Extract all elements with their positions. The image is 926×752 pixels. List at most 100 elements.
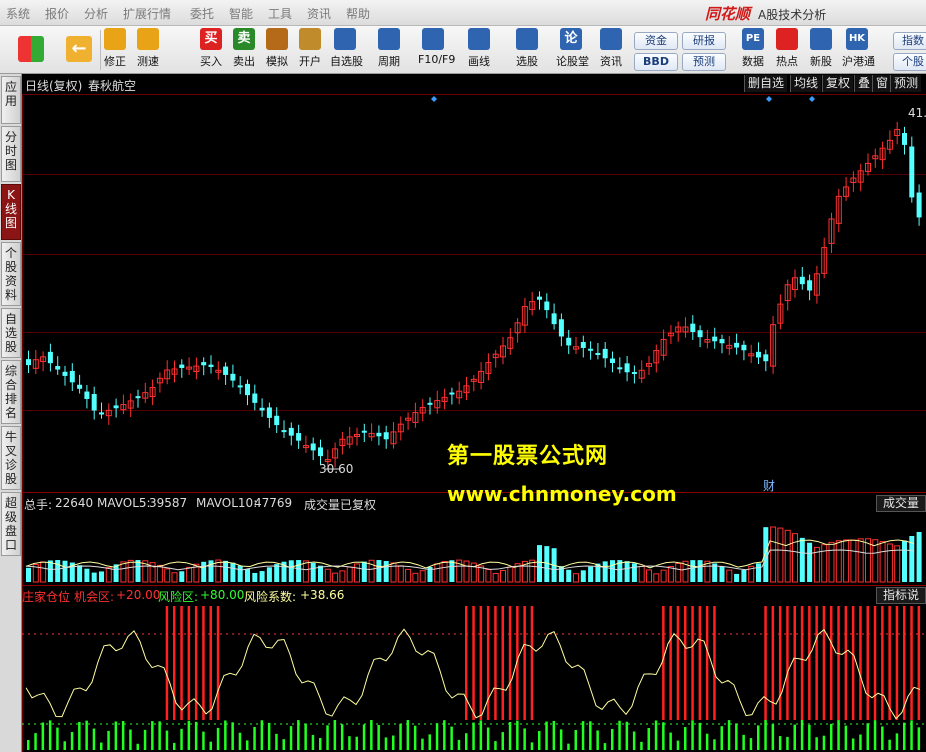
indicator-red-bar <box>472 606 475 720</box>
indicator-red-bar <box>165 606 169 720</box>
toolbar-button-14[interactable]: 热点 <box>772 28 802 72</box>
candle-body-down <box>624 363 630 373</box>
event-diamond-icon <box>766 96 772 102</box>
toolbar-button-11[interactable]: 论论股堂 <box>556 28 589 72</box>
toolbar-button-0[interactable]: 修正 <box>100 28 130 72</box>
volume-bar <box>529 559 536 583</box>
volume-bar <box>223 560 229 582</box>
volume-bar <box>690 560 696 582</box>
news-icon <box>600 28 622 50</box>
chart-area[interactable]: 日线(复权) 春秋航空 删自选 均线 复权 叠 窗 预测 30.60 41. 财… <box>22 74 926 752</box>
volume-bar <box>492 573 499 583</box>
indicator-green-bar <box>143 729 147 750</box>
buy-icon: 买 <box>200 28 222 50</box>
volume-bar <box>463 560 470 583</box>
menu-trade[interactable]: 委托 <box>190 5 214 22</box>
indicator-green-bar <box>253 726 256 750</box>
tab-stock-info[interactable]: 个股资料 <box>1 242 21 306</box>
volume-bar <box>230 562 236 582</box>
volume-bar <box>784 529 791 583</box>
indicator-green-bar <box>793 724 796 750</box>
menu-tools[interactable]: 工具 <box>268 5 292 22</box>
candle-body-down <box>902 133 907 145</box>
research-button[interactable]: 研报 <box>682 32 726 50</box>
volume-bar <box>916 531 922 582</box>
index-button[interactable]: 指数 <box>893 32 926 50</box>
toolbar-button-9[interactable]: 画线 <box>464 28 494 72</box>
fund-button[interactable]: 资金 <box>634 32 678 50</box>
tab-kline[interactable]: K线图 <box>1 184 21 240</box>
indicator-green-bar <box>618 720 621 750</box>
tab-super-panel[interactable]: 超级盘口 <box>1 492 21 556</box>
candle-body-down <box>77 384 83 389</box>
toolbar-button-15[interactable]: 新股 <box>806 28 836 72</box>
indicator-green-bar <box>742 734 745 750</box>
bbd-button[interactable]: BBD <box>634 53 678 71</box>
back-button[interactable]: ← <box>62 28 96 72</box>
volume-bar <box>332 572 339 583</box>
menu-analysis[interactable]: 分析 <box>84 5 108 22</box>
tab-apps[interactable]: 应用 <box>1 76 21 124</box>
volume-bar <box>171 572 178 583</box>
volume-bar <box>324 568 331 583</box>
tab-intraday[interactable]: 分时图 <box>1 126 21 182</box>
tab-diagnosis[interactable]: 牛叉诊股 <box>1 426 21 490</box>
toolbar-button-2[interactable]: 买买入 <box>196 28 226 72</box>
candle-body-down <box>223 366 229 375</box>
volume-bar <box>354 563 360 583</box>
indicator-green-bar <box>421 738 424 750</box>
indicator-red-bar <box>822 606 826 720</box>
candle-body-down <box>602 348 608 359</box>
candle-body-down <box>201 362 207 366</box>
toolbar-button-4[interactable]: 模拟 <box>262 28 292 72</box>
menu-system[interactable]: 系统 <box>6 5 30 22</box>
indicator-green-bar <box>246 740 249 750</box>
indicator-green-bar <box>632 731 636 750</box>
tab-watchlist[interactable]: 自选股 <box>1 308 21 358</box>
menu-news[interactable]: 资讯 <box>307 5 331 22</box>
volume-bar <box>383 560 389 582</box>
menu-help[interactable]: 帮助 <box>346 5 370 22</box>
indicator-green-bar <box>41 722 45 750</box>
indicator-red-bar <box>815 606 818 720</box>
indicator-green-bar <box>151 721 154 750</box>
volume-bar <box>638 565 645 583</box>
indicator-badge[interactable]: 指标说 <box>875 587 926 604</box>
toolbar-button-7[interactable]: 周期 <box>374 28 404 72</box>
toolbar-button-16[interactable]: HK 沪港通 <box>842 28 875 72</box>
toolbar-button-10[interactable]: 选股 <box>512 28 542 72</box>
candle-body-down <box>719 339 725 344</box>
stock-button[interactable]: 个股 <box>893 53 926 71</box>
mavol10-value: 47769 <box>254 496 293 510</box>
volume-bar <box>274 564 280 582</box>
menu-extended[interactable]: 扩展行情 <box>123 5 171 22</box>
candle-body-down <box>595 352 601 355</box>
volume-bar <box>361 561 367 582</box>
toolbar-button-6[interactable]: 自选股 <box>330 28 363 72</box>
volume-bar <box>26 567 31 582</box>
forecast-button[interactable]: 预测 <box>682 53 726 71</box>
indicator-green-bar <box>27 740 30 750</box>
toolbar-button-5[interactable]: 开户 <box>295 28 325 72</box>
menu-quote[interactable]: 报价 <box>45 5 69 22</box>
brand-product: A股技术分析 <box>758 8 827 22</box>
toolbar-button-1[interactable]: 测速 <box>133 28 163 72</box>
indicator-green-bar <box>450 726 453 750</box>
volume-bar <box>850 539 857 583</box>
tab-ranking[interactable]: 综合排名 <box>1 360 21 424</box>
indicator-green-bar <box>698 722 702 750</box>
toolbar-button-13[interactable]: PE 数据 <box>738 28 768 72</box>
finance-marker[interactable]: 财 <box>763 477 775 494</box>
indicator-green-bar <box>596 730 599 750</box>
volume-badge[interactable]: 成交量 <box>875 495 926 512</box>
indicator-green-bar <box>78 721 81 750</box>
indicator-red-bar <box>698 606 702 720</box>
home-button[interactable] <box>14 28 48 72</box>
indicator-green-bar <box>216 727 220 750</box>
menu-smart[interactable]: 智能 <box>229 5 253 22</box>
volume-bar <box>573 573 579 583</box>
indicator-red-bar <box>844 606 848 720</box>
toolbar-button-12[interactable]: 资讯 <box>596 28 626 72</box>
toolbar-button-8[interactable]: F10/F9 <box>418 28 455 72</box>
toolbar-button-3[interactable]: 卖卖出 <box>229 28 259 72</box>
